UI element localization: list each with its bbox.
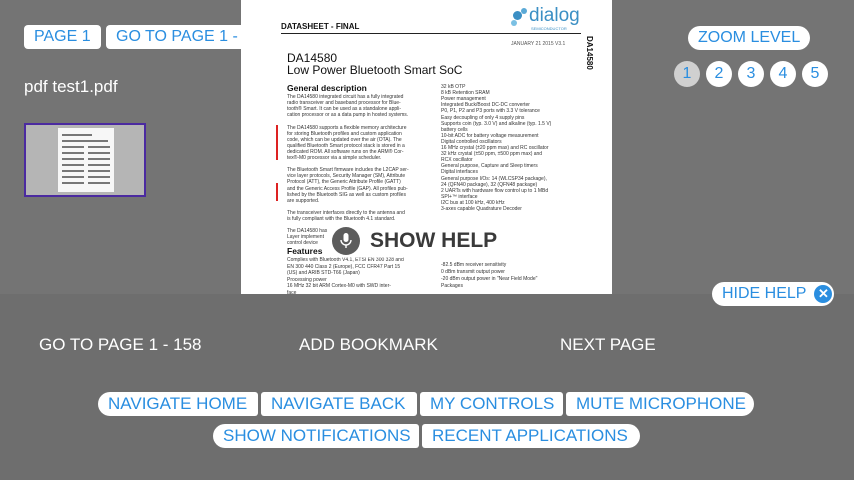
document-text-line: The DA14580 supports a flexible memory a… — [287, 124, 407, 131]
document-text-line: Protocol (ATT), the Generic Attribute Pr… — [287, 179, 401, 186]
document-text-line: Processing power — [287, 276, 327, 283]
document-text-line: Power management — [441, 96, 486, 103]
document-subtitle: Low Power Bluetooth Smart SoC — [287, 63, 463, 77]
document-text-line: code, which can be updated over the air … — [287, 136, 402, 143]
microphone-icon — [332, 227, 360, 255]
close-icon: ✕ — [814, 285, 833, 303]
document-text-line: -82.5 dBm receiver sensitivity — [441, 262, 507, 268]
document-text-line: EN 300 440 Class 2 (Europe), FCC CFR47 P… — [287, 263, 401, 270]
zoom-level-5[interactable]: 5 — [802, 61, 828, 87]
zoom-level-2[interactable]: 2 — [706, 61, 732, 87]
document-text-line: Digital controlled oscillators — [441, 138, 502, 145]
document-text-line: I2C bus at 100 kHz, 400 kHz — [441, 199, 505, 206]
show-help-hint[interactable]: SHOW HELP — [332, 224, 504, 258]
document-text-line: The DA14580 integrated circuit has a ful… — [287, 94, 404, 100]
document-text-line: 16 MHz crystal (±20 ppm max) and RC osci… — [441, 145, 549, 151]
zoom-level-3[interactable]: 3 — [738, 61, 764, 87]
page-thumbnail[interactable] — [24, 123, 146, 197]
zoom-level-label: ZOOM LEVEL — [688, 26, 811, 50]
general-description-heading: General description — [287, 83, 367, 93]
document-text-line: The Bluetooth Smart firmware includes th… — [287, 167, 409, 174]
document-header: DATASHEET - FINAL — [281, 22, 360, 31]
document-viewer-area: PAGE 1 GO TO PAGE 1 - 158 ZOOM LEVEL 1 2… — [0, 0, 854, 294]
document-text-line: General purpose, Capture and Sleep timer… — [441, 163, 538, 170]
document-text-line: for storing Bluetooth profiles and custo… — [287, 130, 402, 137]
document-text-line: -20 dBm output power in "Near Field Mode… — [441, 276, 538, 282]
document-text-line: lished by the Bluetooth SIG as well as c… — [287, 191, 406, 198]
document-text-line: 10-bit ADC for battery voltage measureme… — [441, 132, 539, 139]
change-marker — [276, 125, 278, 160]
document-text-line: 2 UARTs with hardware flow control up to… — [441, 187, 549, 194]
document-text-line: 8 kB Retention SRAM — [441, 90, 490, 97]
show-help-label: SHOW HELP — [370, 229, 498, 252]
header-rule — [281, 33, 581, 34]
document-text-line: Packages — [441, 283, 463, 289]
document-text-line: SPI+™ interface — [441, 193, 478, 200]
document-text-line: cation processor or as a data pump in ho… — [287, 112, 409, 119]
document-text-line: 24 (QFN40 package), 32 (QFN48 package) — [441, 181, 538, 188]
hide-help-label: HIDE HELP — [722, 285, 807, 302]
document-text-line: Integrated Buck/Boost DC-DC converter — [441, 102, 530, 109]
zoom-level-4[interactable]: 4 — [770, 61, 796, 87]
document-text-line: 32 kB OTP — [441, 84, 466, 90]
document-date: JANUARY 21 2015 V3.1 — [511, 41, 566, 47]
document-text-line: Digital interfaces — [441, 169, 478, 176]
document-text-line: are supported. — [287, 197, 320, 204]
mute-microphone-button[interactable]: MUTE MICROPHONE — [566, 392, 754, 416]
document-text-line: is fully compliant with the Bluetooth 4.… — [287, 216, 396, 222]
document-text-line: RCX oscillator — [441, 157, 473, 164]
file-name: pdf test1.pdf — [24, 77, 118, 96]
document-text-line: vice layer protocols, Security Manager (… — [287, 173, 406, 180]
document-text-line: The transceiver interfaces directly to t… — [287, 209, 405, 216]
zoom-level-1[interactable]: 1 — [674, 61, 700, 87]
voice-command-bookmark: ADD BOOKMARK — [299, 335, 438, 354]
document-text-line: P0, P1, P2 and P3 ports with 3.3 V toler… — [441, 108, 540, 115]
document-text-line: 3-axes capable Quadrature Decoder — [441, 206, 522, 212]
document-text-line: Easy decoupling of only 4 supply pins — [441, 114, 525, 121]
document-text-line: tex®-M0 processor via a simple scheduler… — [287, 155, 382, 161]
document-text-line: tooth® Smart. It can be used as a standa… — [287, 106, 402, 113]
show-notifications-button[interactable]: SHOW NOTIFICATIONS — [213, 424, 419, 448]
document-text-line: 16 MHz 32 bit ARM Cortex-M0 with SWD int… — [287, 283, 391, 289]
document-text-line: 32 kHz crystal (±50 ppm, ±500 ppm max) a… — [441, 151, 543, 158]
my-controls-button[interactable]: MY CONTROLS — [420, 392, 563, 416]
features-heading: Features — [287, 246, 323, 256]
hide-help-button[interactable]: HIDE HELP ✕ — [712, 282, 835, 306]
document-text-line: qualified Bluetooth Smart protocol stack… — [287, 142, 405, 149]
navigate-back-button[interactable]: NAVIGATE BACK — [261, 392, 417, 416]
recent-applications-button[interactable]: RECENT APPLICATIONS — [422, 424, 640, 448]
navigate-home-button[interactable]: NAVIGATE HOME — [98, 392, 258, 416]
document-text-line: General purpose I/Os: 14 (WLCSP34 packag… — [441, 175, 547, 182]
document-text-line: and the Generic Access Profile (GAP). Al… — [287, 185, 408, 192]
document-text-line: dedicated ROM. All software runs on the … — [287, 148, 404, 155]
document-text-line: 0 dBm transmit output power — [441, 269, 505, 275]
change-marker — [276, 183, 278, 201]
document-text-line: Supports coin (typ. 3.0 V) and alkaline … — [441, 120, 552, 127]
document-text-line: face — [287, 289, 297, 295]
voice-command-next-page: NEXT PAGE — [560, 335, 656, 354]
voice-command-goto: GO TO PAGE 1 - 158 — [39, 335, 202, 354]
logo-text: dialog — [529, 5, 580, 26]
document-text-line: battery cells — [441, 126, 468, 133]
side-part-number: DA14580 — [585, 36, 594, 70]
document-text-line: The DA14580 has — [287, 228, 328, 235]
document-text-line: (US) and ARIB STD-T66 (Japan) — [287, 270, 360, 276]
logo-subtext: SEMICONDUCTOR — [531, 26, 567, 31]
page-indicator: PAGE 1 — [24, 25, 101, 49]
thumbnail-page-preview — [58, 128, 114, 192]
document-text-line: Layer implement — [287, 234, 324, 241]
